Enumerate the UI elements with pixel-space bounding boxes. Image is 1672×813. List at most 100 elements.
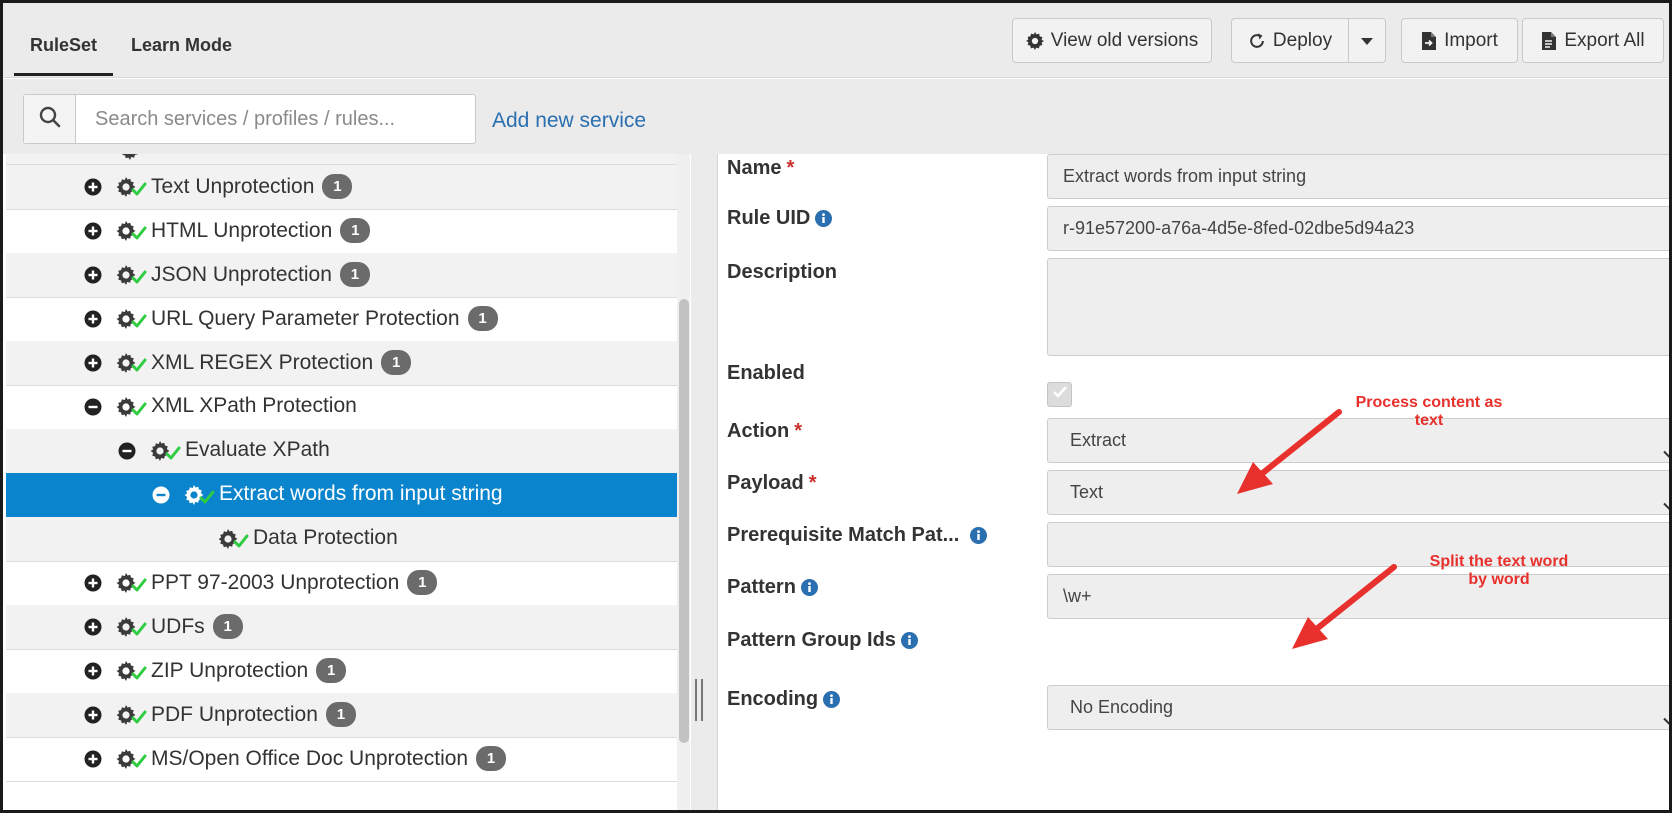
description-label: Description	[727, 261, 838, 283]
tab-ruleset[interactable]: RuleSet	[14, 3, 114, 76]
info-icon[interactable]	[823, 691, 841, 708]
tree-row-label: PPT 97-2003 Unprotection 1	[151, 570, 438, 595]
tree-row[interactable]: Evaluate XPath	[6, 429, 677, 474]
annotation-arrow	[1292, 564, 1397, 649]
tree-row-label: Evaluate XPath	[185, 438, 330, 462]
info-icon[interactable]	[800, 579, 818, 596]
export-all-button[interactable]: Export All	[1522, 18, 1664, 63]
expand-icon[interactable]	[84, 266, 102, 284]
collapse-icon[interactable]	[152, 486, 170, 504]
payload-select-value: Text	[1070, 482, 1104, 502]
panel-resize-handle[interactable]	[695, 679, 703, 721]
tree-row[interactable]: PPT 97-2003 Unprotection 1	[6, 561, 677, 606]
payload-select[interactable]: Text	[1047, 470, 1669, 515]
tree-row-text: XML REGEX Protection	[151, 351, 374, 374]
action-select-value: Extract	[1070, 430, 1127, 450]
tree-row-text: HTML Unprotection	[151, 219, 333, 242]
chevron-down-icon	[1662, 434, 1669, 458]
tree-row-partial[interactable]	[6, 154, 677, 165]
search-input[interactable]	[77, 95, 473, 143]
description-textarea[interactable]	[1047, 258, 1669, 356]
encoding-label: Encoding	[727, 688, 841, 711]
tree-row[interactable]: PDF Unprotection 1	[6, 693, 677, 738]
deploy-button[interactable]: Deploy	[1231, 18, 1349, 63]
pattern-group-ids-label: Pattern Group Ids	[727, 629, 918, 652]
expand-icon[interactable]	[84, 618, 102, 636]
tab-learn-mode[interactable]: Learn Mode	[115, 3, 248, 78]
tree-row-label: Extract words from input string	[219, 482, 503, 506]
tree-row-label: Text Unprotection 1	[151, 174, 353, 199]
tree-row[interactable]: ZIP Unprotection 1	[6, 649, 677, 694]
encoding-select-value: No Encoding	[1070, 697, 1174, 717]
service-tree: Text Unprotection 1 HTML Unprotection 1 JSON…	[6, 154, 677, 810]
tree-row-label: URL Query Parameter Protection 1	[151, 306, 498, 331]
tree-row-label: PDF Unprotection 1	[151, 702, 356, 727]
count-badge: 1	[322, 174, 353, 199]
tree-row-text: Extract words from input string	[219, 482, 503, 505]
expand-icon[interactable]	[84, 574, 102, 592]
import-label: Import	[1444, 29, 1498, 51]
rule-uid-field[interactable]: r-91e57200-a76a-4d5e-8fed-02dbe5d94a23	[1047, 206, 1669, 251]
expand-icon[interactable]	[84, 310, 102, 328]
gear-check-icon	[148, 439, 188, 467]
count-badge: 1	[316, 658, 347, 683]
gear-check-icon	[216, 527, 256, 555]
tree-scrollbar-thumb[interactable]	[679, 299, 689, 743]
tree-row[interactable]: XML XPath Protection	[6, 385, 677, 430]
view-old-versions-button[interactable]: View old versions	[1012, 18, 1212, 63]
expand-icon[interactable]	[84, 662, 102, 680]
expand-icon[interactable]	[84, 178, 102, 196]
rule-uid-label: Rule UID	[727, 207, 833, 230]
tree-row[interactable]: Text Unprotection 1	[6, 165, 677, 210]
expand-icon[interactable]	[84, 354, 102, 372]
annotation-process-text: Process content as text	[1355, 394, 1503, 429]
info-icon[interactable]	[970, 527, 988, 544]
file-import-icon	[1421, 31, 1437, 51]
enabled-label: Enabled	[727, 362, 805, 384]
tree-row[interactable]: UDFs 1	[6, 605, 677, 650]
count-badge: 1	[467, 306, 498, 331]
tree-row-label: ZIP Unprotection 1	[151, 658, 347, 683]
tree-row-text: URL Query Parameter Protection	[151, 307, 460, 330]
tree-row[interactable]: URL Query Parameter Protection 1	[6, 297, 677, 342]
collapse-icon[interactable]	[84, 398, 102, 416]
tree-row-label: MS/Open Office Doc Unprotection 1	[151, 746, 507, 771]
info-icon[interactable]	[900, 632, 918, 649]
encoding-select[interactable]: No Encoding	[1047, 685, 1669, 730]
name-label: Name *	[727, 157, 795, 179]
tree-row-label: XML XPath Protection	[151, 394, 357, 418]
search-bar: Add new service	[3, 79, 1669, 154]
tree-row[interactable]: MS/Open Office Doc Unprotection 1	[6, 737, 677, 782]
expand-icon[interactable]	[84, 750, 102, 768]
count-badge: 1	[339, 262, 370, 287]
refresh-icon	[1248, 32, 1266, 50]
name-field[interactable]: Extract words from input string	[1047, 154, 1669, 199]
gear-check-icon	[114, 747, 154, 775]
tree-row-text: UDFs	[151, 615, 205, 638]
tree-row-text: Data Protection	[253, 526, 398, 549]
pattern-label: Pattern	[727, 576, 818, 599]
add-new-service-link[interactable]: Add new service	[492, 109, 646, 133]
collapse-icon[interactable]	[118, 442, 136, 460]
tree-row[interactable]: Data Protection	[6, 517, 677, 562]
tree-row[interactable]: Extract words from input string	[6, 473, 677, 518]
tree-row[interactable]: XML REGEX Protection 1	[6, 341, 677, 386]
tree-row-label: UDFs 1	[151, 614, 243, 639]
tree-row[interactable]: JSON Unprotection 1	[6, 253, 677, 298]
import-button[interactable]: Import	[1401, 18, 1518, 63]
expand-icon[interactable]	[84, 222, 102, 240]
enabled-checkbox[interactable]	[1047, 382, 1072, 407]
info-icon[interactable]	[815, 210, 833, 227]
search-button[interactable]	[24, 95, 76, 143]
expand-icon[interactable]	[84, 706, 102, 724]
gear-check-icon	[114, 659, 154, 687]
tree-row[interactable]: HTML Unprotection 1	[6, 209, 677, 254]
tree-row-text: XML XPath Protection	[151, 394, 357, 417]
check-icon	[1052, 385, 1068, 404]
deploy-dropdown-button[interactable]	[1348, 18, 1386, 63]
file-export-icon	[1541, 31, 1557, 51]
annotation-arrow	[1237, 409, 1342, 494]
gear-check-icon	[114, 219, 154, 247]
deploy-label: Deploy	[1272, 29, 1333, 51]
chevron-down-icon	[1662, 486, 1669, 510]
